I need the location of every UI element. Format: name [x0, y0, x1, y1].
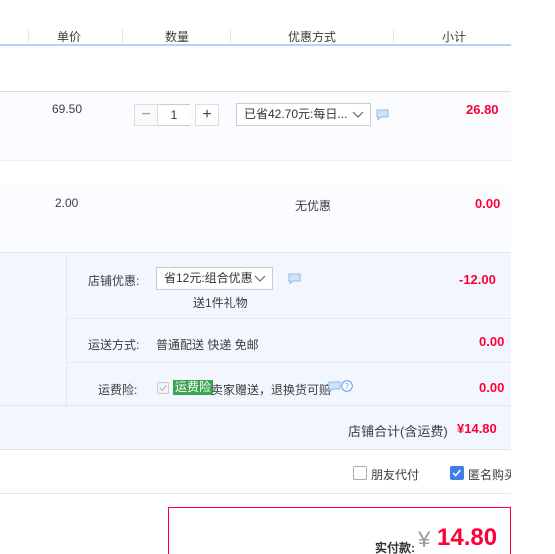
- message-icon[interactable]: [288, 273, 301, 284]
- insurance-tag: 运费险: [173, 380, 214, 395]
- check-icon: [452, 469, 462, 477]
- friend-pay-label[interactable]: 朋友代付: [371, 466, 419, 483]
- item-unit-price: 2.00: [55, 196, 79, 210]
- shop-total-value: ¥14.80: [457, 421, 497, 436]
- header-divider: [393, 29, 394, 43]
- payment-label: 实付款:: [375, 541, 415, 554]
- item-discount-text: 无优惠: [295, 199, 332, 213]
- header-divider: [28, 29, 29, 43]
- item-unit-price: 69.50: [52, 102, 83, 116]
- shop-discount-label: 店铺优惠:: [88, 274, 140, 288]
- help-icon[interactable]: ?: [341, 380, 353, 392]
- header-divider: [230, 29, 231, 43]
- friend-pay-checkbox[interactable]: [353, 466, 367, 480]
- item-subtotal: 0.00: [475, 196, 501, 211]
- insurance-label: 运费险:: [98, 383, 138, 397]
- row-divider: [66, 318, 511, 319]
- anonymous-checkbox[interactable]: [450, 466, 464, 480]
- svg-text:?: ?: [345, 382, 349, 391]
- insurance-text: 卖家赠送，退换货可赔: [211, 383, 332, 397]
- cart-item-row: 69.50 − 1 + 已省42.70元:每日... 26.80: [0, 91, 511, 160]
- header-divider: [122, 29, 123, 43]
- quantity-decrease-button[interactable]: −: [134, 104, 158, 126]
- shop-total-row: 店铺合计(含运费) ¥14.80: [0, 405, 511, 450]
- chevron-down-icon: [254, 275, 266, 282]
- cart-table-header: 单价 数量 优惠方式 小计: [0, 24, 511, 46]
- item-subtotal: 26.80: [466, 102, 499, 117]
- row-divider: [0, 160, 511, 161]
- item-discount-value: 已省42.70元:每日...: [244, 107, 348, 121]
- anonymous-label[interactable]: 匿名购买: [468, 466, 511, 483]
- payment-currency: ¥: [418, 527, 431, 552]
- minus-icon: −: [141, 106, 151, 123]
- message-icon[interactable]: [328, 381, 341, 392]
- header-quantity: 数量: [165, 30, 190, 44]
- header-discount-method: 优惠方式: [288, 30, 337, 44]
- payment-amount: 14.80: [437, 524, 498, 551]
- shop-discount-select[interactable]: 省12元:组合优惠: [156, 267, 273, 290]
- section-divider: [0, 493, 511, 494]
- cart-item-row: 2.00 无优惠 0.00: [0, 185, 511, 252]
- shipping-label: 运送方式:: [88, 338, 140, 352]
- panel-divider: [66, 252, 67, 405]
- shipping-value: 普通配送 快递 免邮: [156, 338, 259, 352]
- quantity-input[interactable]: 1: [158, 104, 190, 126]
- shop-discount-amount: -12.00: [459, 272, 496, 287]
- payment-summary-box: 实付款: ¥ 14.80: [168, 507, 511, 554]
- plus-icon: +: [202, 106, 212, 123]
- insurance-amount: 0.00: [479, 380, 505, 395]
- chevron-down-icon: [352, 111, 364, 118]
- header-unit-price: 单价: [57, 30, 82, 44]
- shop-discount-value: 省12元:组合优惠: [164, 271, 253, 285]
- shop-total-label: 店铺合计(含运费): [348, 424, 448, 439]
- quantity-increase-button[interactable]: +: [195, 104, 219, 126]
- gift-text: 送1件礼物: [193, 296, 248, 310]
- check-icon: [159, 385, 167, 392]
- row-divider: [66, 362, 511, 363]
- header-subtotal: 小计: [442, 30, 467, 44]
- shipping-amount: 0.00: [479, 334, 505, 349]
- item-discount-select[interactable]: 已省42.70元:每日...: [236, 103, 371, 126]
- message-icon[interactable]: [376, 109, 389, 120]
- insurance-checkbox[interactable]: [157, 382, 169, 394]
